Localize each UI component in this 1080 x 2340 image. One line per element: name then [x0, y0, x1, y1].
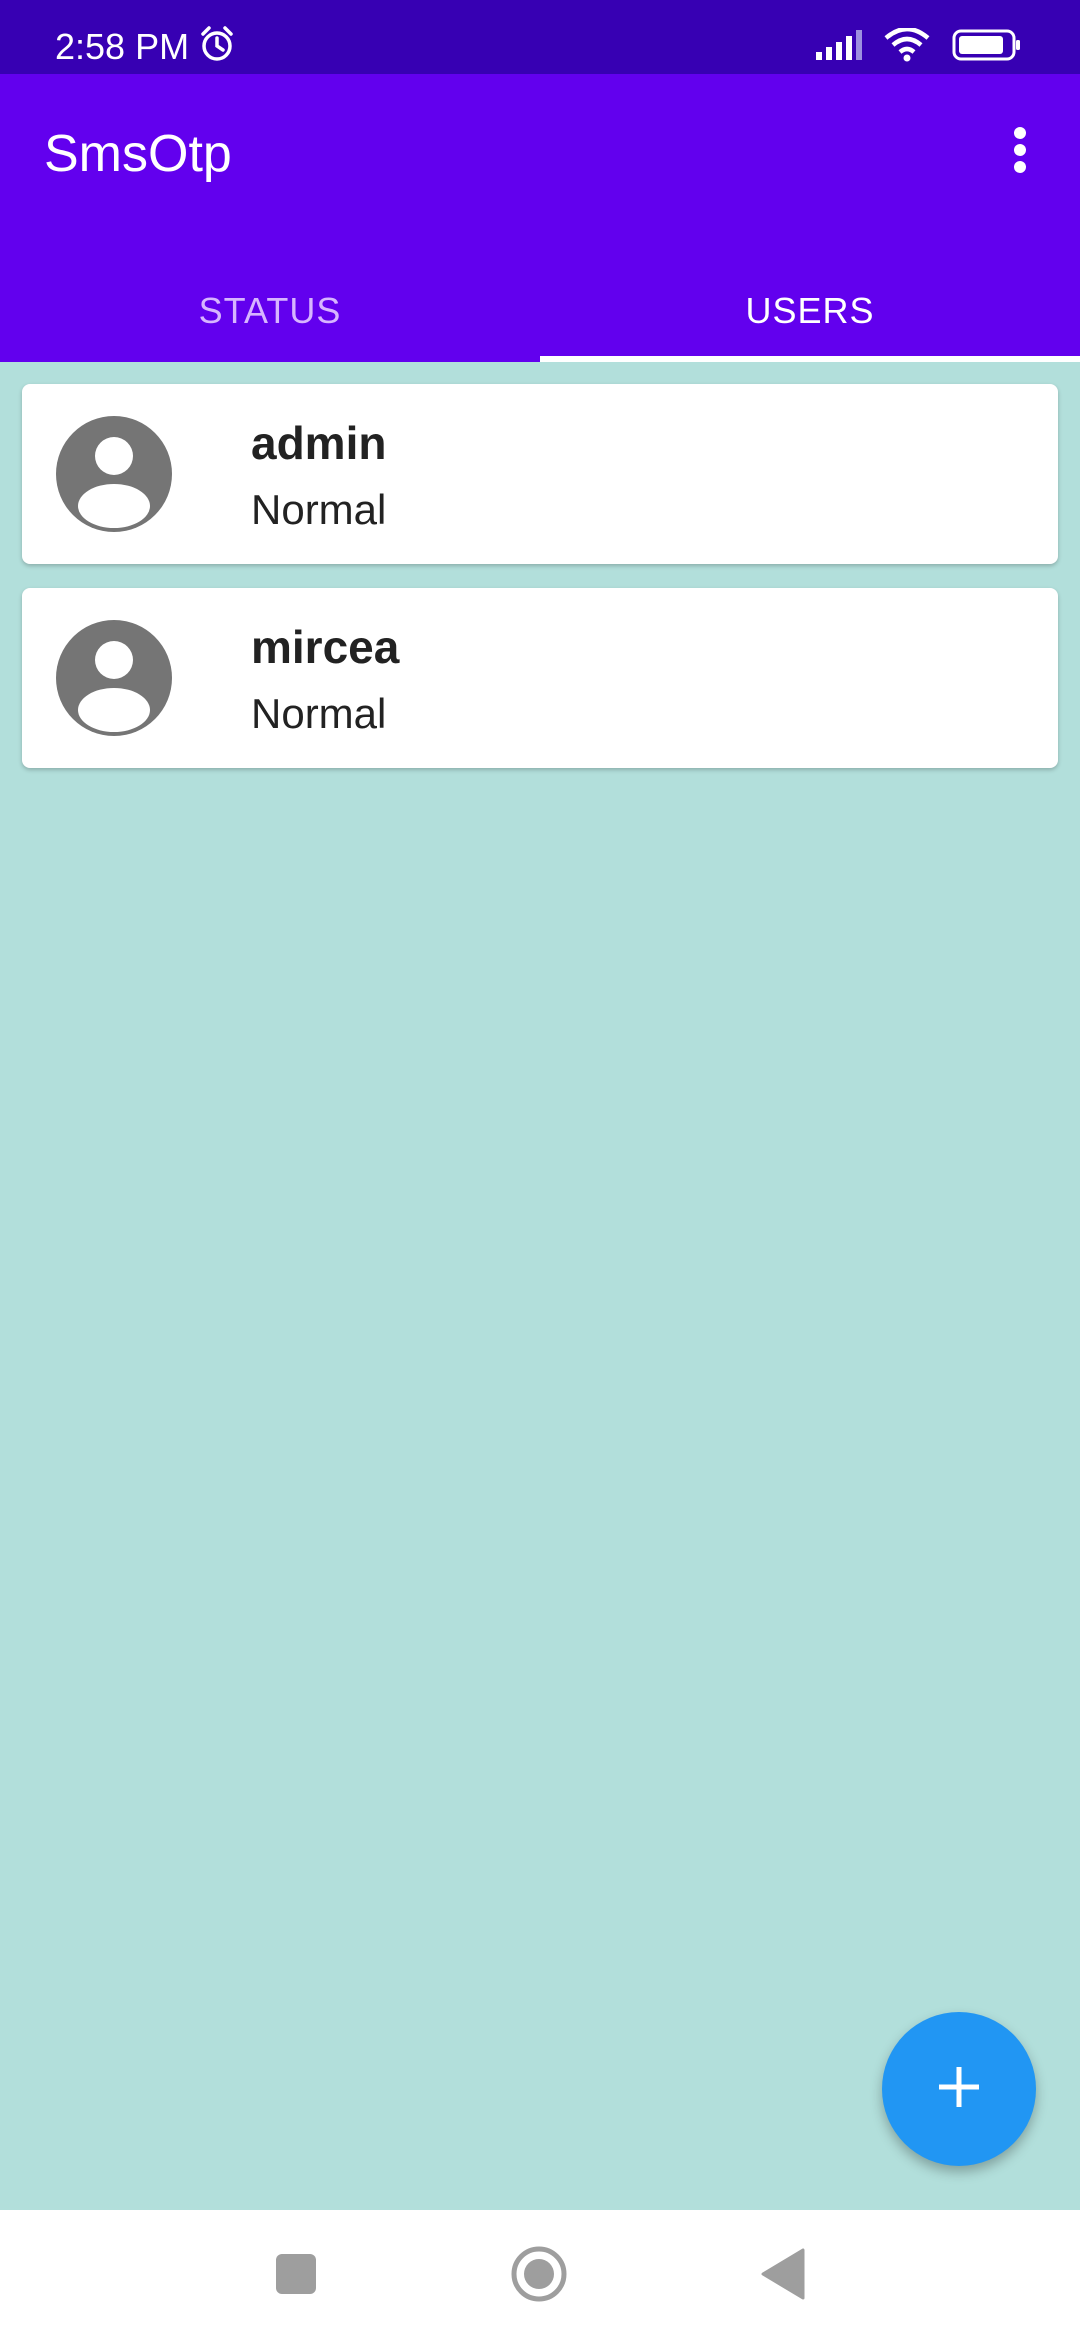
back-icon [759, 2248, 805, 2305]
app-bar: SmsOtp STATUS USERS [0, 74, 1080, 362]
user-card-mircea[interactable]: mircea Normal [22, 588, 1058, 768]
status-bar: 2:58 PM [0, 0, 1080, 74]
user-name: admin [251, 417, 387, 469]
tab-status[interactable]: STATUS [0, 260, 540, 362]
user-name: mircea [251, 621, 400, 673]
battery-icon [952, 29, 1022, 66]
signal-icon [814, 30, 862, 65]
home-button[interactable] [509, 2246, 569, 2306]
status-icons [814, 26, 1022, 67]
alarm-icon [197, 24, 237, 69]
more-vert-icon [1013, 126, 1027, 179]
app-title: SmsOtp [44, 125, 232, 183]
recents-button[interactable] [266, 2246, 326, 2306]
plus-icon [937, 2065, 981, 2114]
account-circle-icon [56, 416, 172, 532]
account-circle-icon [56, 620, 172, 736]
user-role: Normal [251, 486, 387, 533]
status-time: 2:58 PM [55, 25, 190, 67]
recents-icon [275, 2253, 317, 2300]
wifi-icon [884, 26, 930, 67]
tab-users[interactable]: USERS [540, 260, 1080, 362]
back-button[interactable] [752, 2246, 812, 2306]
tab-users-label: USERS [745, 290, 875, 331]
user-role: Normal [251, 690, 387, 737]
system-nav-bar [0, 2210, 1080, 2340]
tab-status-label: STATUS [198, 290, 342, 331]
user-list: admin Normal mircea Normal [22, 384, 1058, 792]
tab-bar: STATUS USERS [0, 260, 1080, 362]
add-user-button[interactable] [882, 2012, 1036, 2166]
more-options-button[interactable] [998, 126, 1042, 178]
status-time-group: 2:58 PM [55, 24, 237, 69]
home-icon [510, 2245, 568, 2308]
user-card-admin[interactable]: admin Normal [22, 384, 1058, 564]
